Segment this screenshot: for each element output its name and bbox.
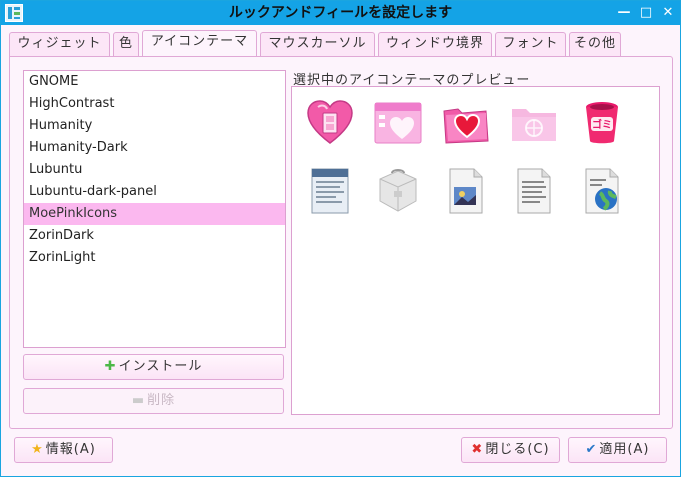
plus-icon: ✚	[104, 359, 117, 374]
install-button[interactable]: ✚ インストール	[23, 354, 284, 380]
folder-heart-icon	[443, 108, 489, 144]
list-item[interactable]: ZorinLight	[24, 247, 285, 269]
text-file-icon	[517, 168, 551, 214]
tab-color[interactable]: 色	[113, 32, 139, 56]
svg-text:ゴミ: ゴミ	[592, 118, 612, 131]
tab-window-border[interactable]: ウィンドウ境界	[378, 32, 492, 56]
about-label: 情報(A)	[45, 442, 96, 457]
icon-preview-area: ゴミ	[291, 86, 660, 415]
package-icon	[379, 169, 417, 212]
window-heart-icon	[374, 102, 422, 144]
list-item[interactable]: HighContrast	[24, 93, 285, 115]
heart-home-icon	[307, 100, 353, 144]
window-title: ルックアンドフィールを設定します	[228, 5, 453, 21]
list-item[interactable]: Lubuntu-dark-panel	[24, 181, 285, 203]
list-item[interactable]: Lubuntu	[24, 159, 285, 181]
check-icon: ✔	[585, 442, 598, 457]
close-button[interactable]: ✖ 閉じる(C)	[461, 437, 560, 463]
minimize-button[interactable]: —	[613, 1, 635, 25]
tab-font[interactable]: フォント	[495, 32, 566, 56]
list-item-selected[interactable]: MoePinkIcons	[24, 203, 285, 225]
close-window-button[interactable]: ✕	[657, 1, 679, 25]
icon-theme-list[interactable]: GNOME HighContrast Humanity Humanity-Dar…	[23, 70, 286, 348]
tab-other[interactable]: その他	[569, 32, 621, 56]
apply-button[interactable]: ✔ 適用(A)	[568, 437, 667, 463]
list-item[interactable]: ZorinDark	[24, 225, 285, 247]
trash-pink-icon: ゴミ	[586, 102, 618, 144]
list-item[interactable]: GNOME	[24, 71, 285, 93]
list-item[interactable]: Humanity-Dark	[24, 137, 285, 159]
apply-label: 適用(A)	[599, 442, 650, 457]
folder-pink-icon	[512, 109, 556, 141]
appearance-settings-window: ルックアンドフィールを設定します — □ ✕ ウィジェット 色 アイコンテーマ …	[0, 0, 681, 477]
list-item[interactable]: Humanity	[24, 115, 285, 137]
remove-label: 削除	[147, 393, 176, 408]
text-document-icon	[311, 168, 349, 214]
tab-mouse-cursor[interactable]: マウスカーソル	[260, 32, 375, 56]
x-icon: ✖	[471, 442, 484, 457]
tab-widget[interactable]: ウィジェット	[9, 32, 110, 56]
tab-icon-theme[interactable]: アイコンテーマ	[142, 30, 257, 56]
remove-button[interactable]: ▬ 削除	[23, 388, 284, 414]
maximize-button[interactable]: □	[635, 1, 657, 25]
title-bar[interactable]: ルックアンドフィールを設定します — □ ✕	[1, 1, 680, 25]
about-button[interactable]: ★ 情報(A)	[14, 437, 113, 463]
image-document-icon	[449, 168, 483, 214]
minus-icon: ▬	[131, 393, 146, 408]
star-icon: ★	[31, 442, 44, 457]
install-label: インストール	[118, 359, 203, 374]
close-label: 閉じる(C)	[485, 442, 550, 457]
web-document-icon	[585, 168, 619, 214]
